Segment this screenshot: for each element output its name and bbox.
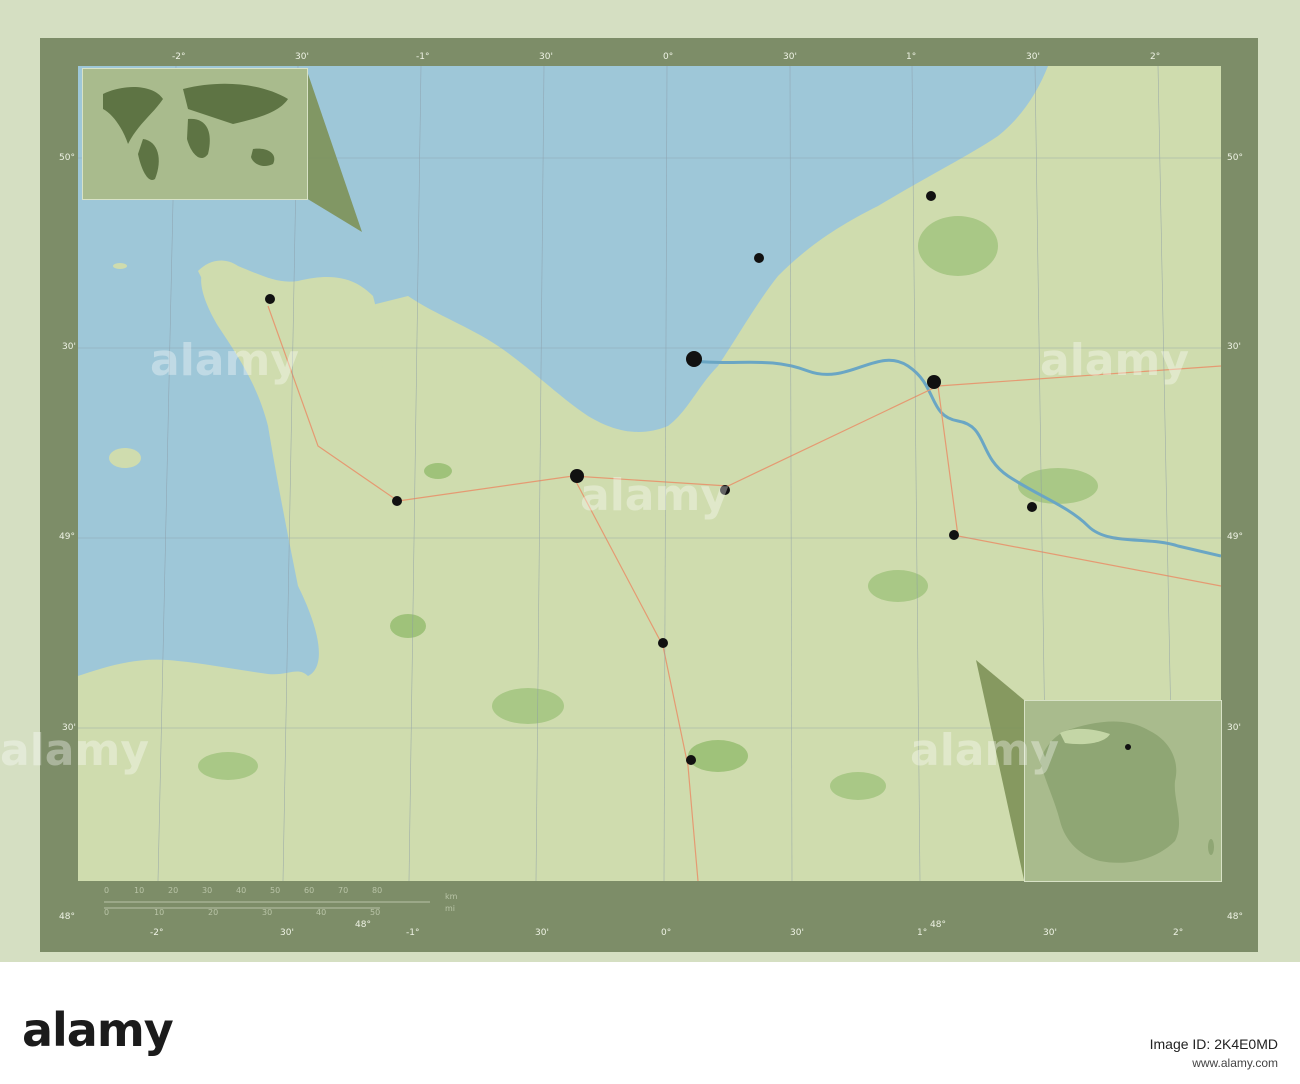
alamy-logo: alamy [22,1003,174,1057]
watermark-overlay: alamy [0,725,149,776]
image-id: Image ID: 2K4E0MD [1149,1036,1278,1052]
watermark-overlay: alamy [150,335,299,386]
watermark-overlay: alamy [1040,335,1189,386]
world-locator-inset [82,68,308,200]
watermark-overlay: alamy [580,470,729,521]
stock-url: www.alamy.com [1192,1056,1278,1070]
stock-image-info: Image ID: 2K4E0MD www.alamy.com [1150,1034,1278,1070]
map-page: -2° 30' -1° 30' 0° 30' 1° 30' 2° -2° 30'… [0,0,1300,1084]
watermark-overlay: alamy [910,725,1059,776]
stock-watermark-band [0,962,1300,1084]
world-map-shape [103,83,288,180]
